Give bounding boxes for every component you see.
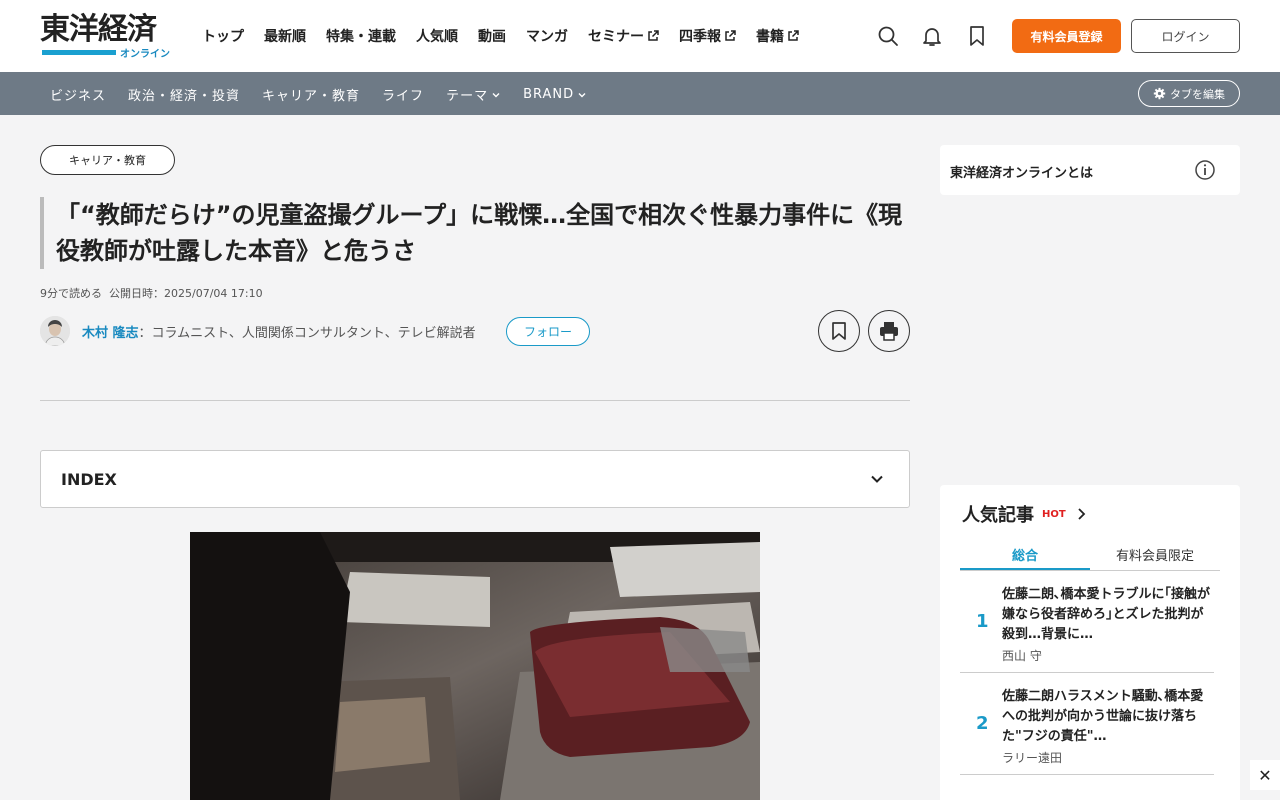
close-icon[interactable]: ✕ — [1250, 760, 1280, 790]
nav-label: トップ — [202, 29, 244, 45]
bell-icon[interactable] — [920, 24, 944, 48]
login-button[interactable]: ログイン — [1131, 19, 1240, 53]
logo-sub-text: オンライン — [120, 49, 170, 60]
category-label: キャリア・教育 — [262, 89, 361, 104]
popular-title-text: 人気記事 — [962, 505, 1034, 526]
search-icon[interactable] — [876, 24, 900, 48]
chevron-down-icon — [492, 92, 500, 97]
nav-label: 特集・連載 — [326, 29, 396, 45]
ranking-author: ラリー遠田 — [1002, 751, 1063, 765]
rank-number: 2 — [976, 713, 989, 734]
category-label: BRAND — [523, 87, 575, 102]
nav-item-popular[interactable]: 人気順 — [416, 26, 458, 46]
category-nav: ビジネス 政治・経済・投資 キャリア・教育 ライフ テーマ BRAND タブを編… — [0, 72, 1280, 115]
main-nav: トップ 最新順 特集・連載 人気順 動画 マンガ セミナー 四季報 書籍 — [202, 26, 819, 46]
ranking-title: 佐藤二朗､橋本愛トラブルに｢接触が嫌なら役者辞めろ｣とズレた批判が殺到…背景に… — [1002, 587, 1211, 642]
external-link-icon — [788, 30, 799, 41]
site-logo[interactable]: 東洋経済 オンライン — [40, 12, 172, 60]
gear-icon — [1153, 87, 1166, 100]
nav-item-books[interactable]: 書籍 — [756, 26, 799, 46]
article-hero-image — [190, 532, 760, 800]
chevron-down-icon — [871, 475, 883, 483]
avatar-image — [40, 316, 70, 346]
category-brand[interactable]: BRAND — [523, 85, 587, 104]
printer-icon — [880, 322, 898, 341]
author-name-link[interactable]: 木村 隆志 — [82, 326, 139, 341]
author-role: ：コラムニスト、人間関係コンサルタント、テレビ解説者 — [138, 326, 476, 341]
external-link-icon — [648, 30, 659, 41]
nav-label: マンガ — [526, 29, 568, 45]
category-politics[interactable]: 政治・経済・投資 — [128, 85, 240, 104]
tab-edit-label: タブを編集 — [1170, 87, 1225, 101]
register-button[interactable]: 有料会員登録 — [1012, 19, 1121, 53]
logo-main-text: 東洋経済 — [40, 12, 157, 47]
about-site-label: 東洋経済オンラインとは — [950, 166, 1094, 181]
nav-item-features[interactable]: 特集・連載 — [326, 26, 396, 46]
bookmark-icon — [832, 322, 846, 340]
chevron-right-icon — [1078, 508, 1085, 520]
classroom-photo — [190, 532, 760, 800]
ranking-item[interactable]: 1 佐藤二朗､橋本愛トラブルに｢接触が嫌なら役者辞めろ｣とズレた批判が殺到…背景… — [960, 585, 1214, 673]
article-title: 「“教師だらけ”の児童盗撮グループ」に戦慄…全国で相次ぐ性暴力事件に《現役教師が… — [56, 201, 903, 265]
follow-button[interactable]: フォロー — [506, 317, 590, 346]
category-label: テーマ — [446, 89, 489, 104]
category-label: 政治・経済・投資 — [128, 89, 241, 104]
publish-date: 公開日時：2025/07/04 17:10 — [109, 287, 263, 300]
print-button[interactable] — [868, 310, 910, 352]
nav-label: 四季報 — [679, 29, 721, 45]
category-theme[interactable]: テーマ — [446, 85, 501, 104]
ranking-item[interactable]: 2 佐藤二朗ハラスメント騒動､橋本愛への批判が向かう世論に抜け落ちた"フジの責任… — [960, 687, 1214, 775]
tab-members-only[interactable]: 有料会員限定 — [1090, 537, 1220, 570]
nav-item-shikiho[interactable]: 四季報 — [679, 26, 736, 46]
title-accent-bar — [40, 197, 44, 269]
ranking-author: 西山 守 — [1002, 649, 1042, 663]
nav-item-video[interactable]: 動画 — [478, 26, 506, 46]
nav-label: 最新順 — [264, 29, 306, 45]
meta-divider — [40, 400, 910, 401]
author-line: 木村 隆志：コラムニスト、人間関係コンサルタント、テレビ解説者 — [82, 322, 476, 341]
index-label: INDEX — [61, 470, 117, 489]
tab-edit-button[interactable]: タブを編集 — [1138, 80, 1240, 107]
article-meta: 9分で読める 公開日時：2025/07/04 17:10 — [40, 285, 263, 301]
site-header: 東洋経済 オンライン トップ 最新順 特集・連載 人気順 動画 マンガ セミナー… — [0, 0, 1280, 72]
category-nav-items: ビジネス 政治・経済・投資 キャリア・教育 ライフ テーマ BRAND — [50, 85, 609, 104]
nav-item-top[interactable]: トップ — [202, 26, 244, 46]
nav-item-latest[interactable]: 最新順 — [264, 26, 306, 46]
popular-title[interactable]: 人気記事 HOT — [962, 501, 1086, 527]
nav-item-seminar[interactable]: セミナー — [588, 26, 659, 46]
article-category-pill[interactable]: キャリア・教育 — [40, 145, 175, 175]
logo-underline — [42, 50, 116, 55]
info-icon — [1195, 160, 1215, 180]
avatar[interactable] — [40, 316, 70, 346]
bookmark-icon[interactable] — [965, 24, 989, 48]
index-toggle[interactable]: INDEX — [40, 450, 910, 508]
category-business[interactable]: ビジネス — [50, 85, 106, 104]
rank-number: 1 — [976, 611, 989, 632]
nav-label: 動画 — [478, 29, 506, 45]
nav-label: 書籍 — [756, 29, 784, 45]
hot-badge: HOT — [1042, 508, 1066, 520]
category-label: ライフ — [382, 89, 425, 104]
save-article-button[interactable] — [818, 310, 860, 352]
external-link-icon — [725, 30, 736, 41]
tab-overall[interactable]: 総合 — [960, 537, 1090, 570]
nav-label: セミナー — [588, 29, 644, 45]
category-life[interactable]: ライフ — [382, 85, 424, 104]
nav-item-manga[interactable]: マンガ — [526, 26, 568, 46]
nav-label: 人気順 — [416, 29, 458, 45]
about-site-box[interactable]: 東洋経済オンラインとは — [940, 145, 1240, 195]
popular-tabs: 総合 有料会員限定 — [960, 537, 1220, 571]
ranking-title: 佐藤二朗ハラスメント騒動､橋本愛への批判が向かう世論に抜け落ちた"フジの責任"… — [1002, 689, 1204, 744]
category-career[interactable]: キャリア・教育 — [262, 85, 360, 104]
read-time: 9分で読める — [40, 287, 102, 300]
category-label: ビジネス — [50, 89, 107, 104]
popular-articles-panel: 人気記事 HOT 総合 有料会員限定 1 佐藤二朗､橋本愛トラブルに｢接触が嫌な… — [940, 485, 1240, 800]
chevron-down-icon — [578, 92, 586, 97]
